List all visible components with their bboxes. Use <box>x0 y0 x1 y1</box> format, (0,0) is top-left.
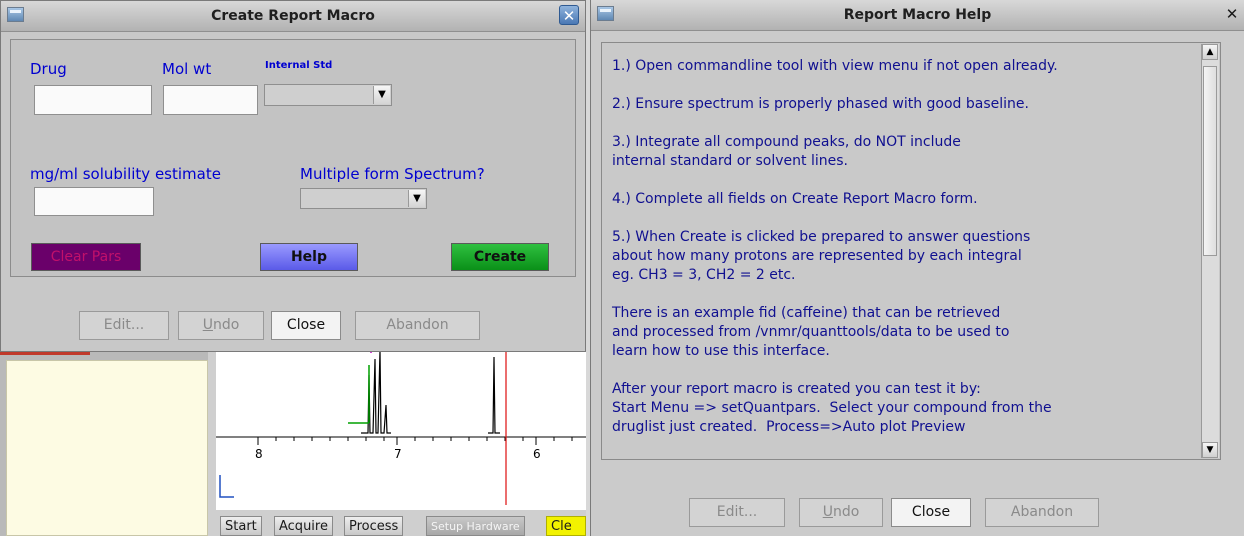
dialog1-titlebar[interactable]: Create Report Macro ✕ <box>1 1 585 32</box>
undo-mnemonic: U <box>822 504 833 520</box>
create-button[interactable]: Create <box>451 243 549 271</box>
clear-pars-button[interactable]: Clear Pars <box>31 243 141 271</box>
help-text-area[interactable]: 1.) Open commandline tool with view menu… <box>601 42 1221 460</box>
help-step-4: 4.) Complete all fields on Create Report… <box>612 191 978 207</box>
tab-start[interactable]: Start <box>220 516 262 536</box>
peak-cluster <box>361 349 391 434</box>
spectrum-plot[interactable]: 8 7 6 <box>216 345 586 510</box>
undo-button[interactable]: Undo <box>178 311 264 340</box>
tab-acquire[interactable]: Acquire <box>274 516 333 536</box>
multiple-form-select[interactable]: ▼ <box>300 188 427 209</box>
dialog1-title: Create Report Macro <box>211 8 375 24</box>
tab-clear[interactable]: Cle <box>546 516 586 536</box>
help-step-3: 3.) Integrate all compound peaks, do NOT… <box>612 134 961 169</box>
dialog1-form: Drug Mol wt Internal Std ▼ mg/ml solubil… <box>10 39 576 277</box>
axis-ticks <box>257 437 573 445</box>
background-parameter-panel <box>6 360 208 536</box>
scroll-thumb[interactable] <box>1203 66 1217 256</box>
undo-mnemonic: U <box>202 317 213 333</box>
edit-button[interactable]: Edit... <box>79 311 169 340</box>
chevron-down-icon[interactable]: ▼ <box>373 86 390 104</box>
dialog2-title: Report Macro Help <box>843 7 992 23</box>
undo-label: ndo <box>212 317 240 333</box>
chevron-down-icon[interactable]: ▼ <box>408 190 425 207</box>
vertical-scrollbar[interactable]: ▲ ▼ <box>1201 44 1219 458</box>
dialog2-titlebar[interactable]: Report Macro Help ✕ <box>591 0 1244 31</box>
undo-button[interactable]: Undo <box>799 498 883 527</box>
help-text: 1.) Open commandline tool with view menu… <box>612 57 1196 456</box>
create-report-macro-dialog: Create Report Macro ✕ Drug Mol wt Intern… <box>0 0 586 352</box>
tab-setup-hardware[interactable]: Setup Hardware <box>426 516 525 536</box>
help-step-5: 5.) When Create is clicked be prepared t… <box>612 229 1031 283</box>
scale-bracket <box>219 475 234 498</box>
panel-divider <box>208 345 216 536</box>
internal-std-select[interactable]: ▼ <box>264 84 392 106</box>
help-example: There is an example fid (caffeine) that … <box>612 305 1010 359</box>
help-test: After your report macro is created you c… <box>612 381 1052 435</box>
edit-button[interactable]: Edit... <box>689 498 785 527</box>
abandon-button[interactable]: Abandon <box>985 498 1099 527</box>
mol-wt-field[interactable] <box>163 85 258 115</box>
drug-label: Drug <box>30 60 67 78</box>
close-button[interactable]: Close <box>891 498 971 527</box>
tick-label-8: 8 <box>255 447 263 461</box>
tab-process[interactable]: Process <box>344 516 404 536</box>
close-icon[interactable]: ✕ <box>1222 4 1242 24</box>
abandon-button[interactable]: Abandon <box>355 311 480 340</box>
mol-wt-label: Mol wt <box>162 60 212 78</box>
solubility-field[interactable] <box>34 187 154 216</box>
window-icon <box>597 6 614 21</box>
internal-std-label: Internal Std <box>265 60 333 71</box>
spectrum-svg: 8 7 6 <box>216 345 586 505</box>
undo-label: ndo <box>832 504 860 520</box>
tick-label-7: 7 <box>394 447 402 461</box>
report-macro-help-dialog: Report Macro Help ✕ 1.) Open commandline… <box>590 0 1244 536</box>
help-step-2: 2.) Ensure spectrum is properly phased w… <box>612 96 1029 112</box>
scroll-up-icon[interactable]: ▲ <box>1202 44 1218 60</box>
tick-label-6: 6 <box>533 447 541 461</box>
close-button[interactable]: Close <box>271 311 341 340</box>
multiple-form-label: Multiple form Spectrum? <box>300 165 485 183</box>
help-button[interactable]: Help <box>260 243 358 271</box>
help-step-1: 1.) Open commandline tool with view menu… <box>612 58 1058 74</box>
bottom-toolbar: Start Acquire Process Setup Hardware Cle <box>216 510 586 536</box>
scroll-down-icon[interactable]: ▼ <box>1202 442 1218 458</box>
close-icon[interactable]: ✕ <box>559 5 579 25</box>
solubility-label: mg/ml solubility estimate <box>30 165 221 183</box>
drug-field[interactable] <box>34 85 152 115</box>
peak-right <box>488 356 500 434</box>
window-icon <box>7 7 24 22</box>
